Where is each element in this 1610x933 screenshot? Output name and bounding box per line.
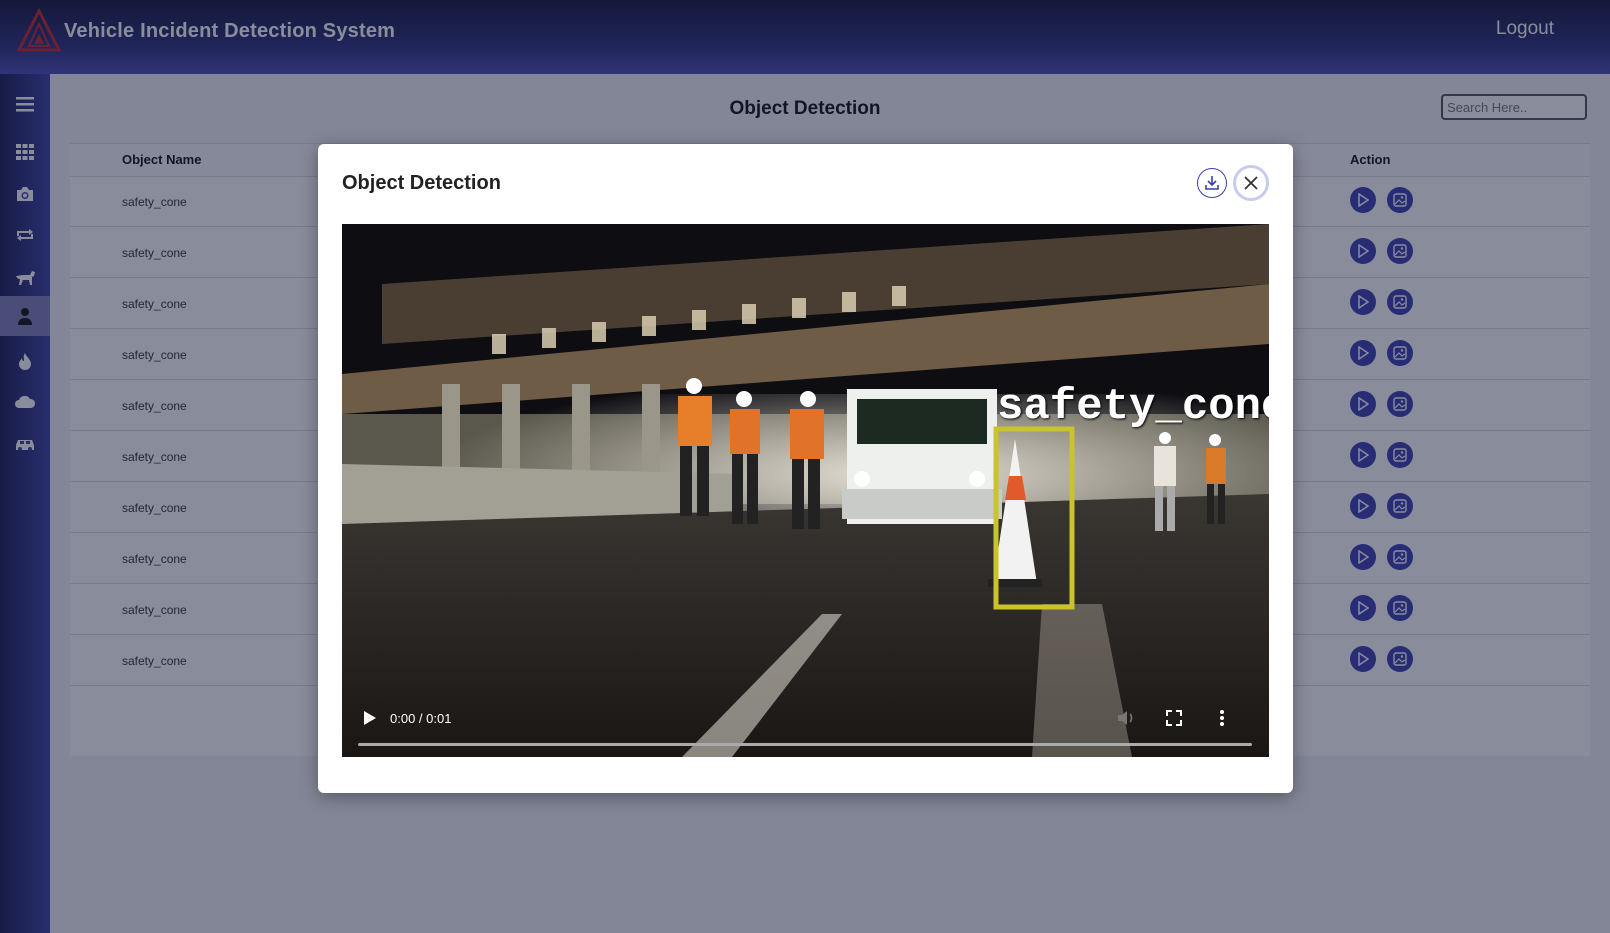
download-icon	[1205, 176, 1219, 190]
video-frame	[342, 224, 1269, 757]
video-player[interactable]: safety_cone 0:00 / 0:01	[342, 224, 1269, 757]
video-progress-bar[interactable]	[358, 743, 1252, 746]
detection-label: safety_cone	[997, 382, 1269, 432]
download-button[interactable]	[1197, 168, 1227, 198]
close-button[interactable]	[1233, 165, 1269, 201]
object-detection-modal: Object Detection safety_cone 0:00 / 0:01	[318, 144, 1293, 793]
video-controls: 0:00 / 0:01	[342, 697, 1269, 757]
video-time: 0:00 / 0:01	[390, 711, 452, 726]
play-icon[interactable]	[358, 707, 380, 729]
modal-title: Object Detection	[342, 172, 501, 194]
fullscreen-icon[interactable]	[1163, 707, 1185, 729]
volume-icon[interactable]	[1115, 707, 1137, 729]
more-options-icon[interactable]	[1211, 707, 1233, 729]
close-icon	[1244, 176, 1258, 190]
